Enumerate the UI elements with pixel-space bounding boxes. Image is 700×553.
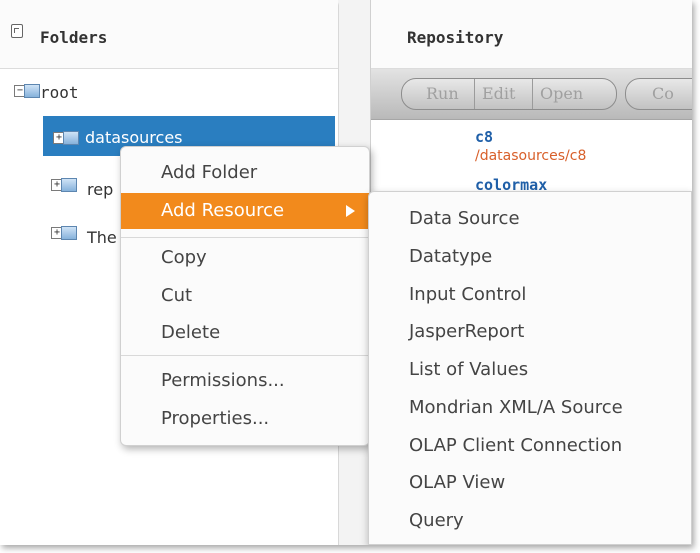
folder-icon [24, 84, 40, 98]
tree-item-label: root [40, 83, 79, 102]
panel-collapse-icon[interactable] [11, 24, 23, 38]
menu-item-copy[interactable]: Copy [121, 240, 369, 276]
submenu-arrow-icon [346, 205, 355, 217]
submenu-item-jasperreport[interactable]: JasperReport [409, 321, 524, 342]
tree-item-label: datasources [85, 128, 183, 147]
submenu-item-list-of-values[interactable]: List of Values [409, 359, 528, 380]
open-button[interactable]: Open [540, 79, 583, 109]
expand-plus-icon[interactable]: + [53, 129, 79, 147]
toolbar-divider [532, 79, 533, 109]
menu-item-label: Delete [161, 322, 221, 343]
folder-icon [61, 178, 77, 192]
folder-icon [63, 131, 79, 145]
app-window: Folders − root + datasources + rep + The [0, 0, 692, 545]
resource-path: /datasources/c8 [475, 148, 587, 164]
menu-divider [121, 355, 369, 356]
menu-item-label: Add Resource [161, 200, 285, 221]
folders-title: Folders [40, 28, 108, 47]
menu-item-delete[interactable]: Delete [121, 315, 369, 351]
menu-item-cut[interactable]: Cut [121, 278, 369, 314]
submenu-item-olap-view[interactable]: OLAP View [409, 472, 505, 493]
expand-plus-icon[interactable]: + [51, 224, 77, 242]
context-menu: Add Folder Add Resource Copy Cut Delete … [120, 146, 370, 446]
menu-item-properties[interactable]: Properties... [121, 401, 369, 437]
repository-header: Repository [371, 0, 692, 69]
submenu-item-query[interactable]: Query [409, 510, 464, 531]
run-button[interactable]: Run [426, 79, 459, 109]
toolbar-divider [474, 79, 475, 109]
toolbar-button-group-2: Co [625, 78, 692, 110]
toolbar-button-group: Run Edit Open [401, 78, 617, 110]
submenu-item-input-control[interactable]: Input Control [409, 284, 526, 305]
menu-divider [121, 237, 369, 238]
tree-item-label: rep [87, 180, 114, 199]
menu-item-label: Add Folder [161, 162, 258, 183]
menu-item-label: Permissions... [161, 370, 285, 391]
submenu-item-olap-client-connection[interactable]: OLAP Client Connection [409, 435, 622, 456]
collapse-minus-icon[interactable]: − [14, 82, 40, 100]
repository-title: Repository [407, 28, 504, 47]
folder-icon [61, 226, 77, 240]
add-resource-submenu: Data Source Datatype Input Control Jaspe… [368, 191, 692, 545]
menu-item-add-folder[interactable]: Add Folder [121, 155, 369, 191]
tree-item-root[interactable]: − root [14, 82, 214, 108]
expand-plus-icon[interactable]: + [51, 176, 77, 194]
tree-item-label: The [87, 228, 117, 247]
menu-item-add-resource[interactable]: Add Resource [121, 193, 369, 229]
submenu-item-data-source[interactable]: Data Source [409, 208, 520, 229]
repository-toolbar: Run Edit Open Co [371, 69, 692, 120]
menu-item-permissions[interactable]: Permissions... [121, 363, 369, 399]
folders-header: Folders [0, 0, 338, 69]
menu-item-label: Properties... [161, 408, 270, 429]
submenu-item-mondrian-xmla-source[interactable]: Mondrian XML/A Source [409, 397, 623, 418]
menu-item-label: Copy [161, 247, 207, 268]
copy-button[interactable]: Co [652, 79, 674, 109]
resource-name[interactable]: c8 [475, 128, 493, 146]
submenu-item-datatype[interactable]: Datatype [409, 246, 492, 267]
edit-button[interactable]: Edit [482, 79, 515, 109]
menu-item-label: Cut [161, 285, 193, 306]
